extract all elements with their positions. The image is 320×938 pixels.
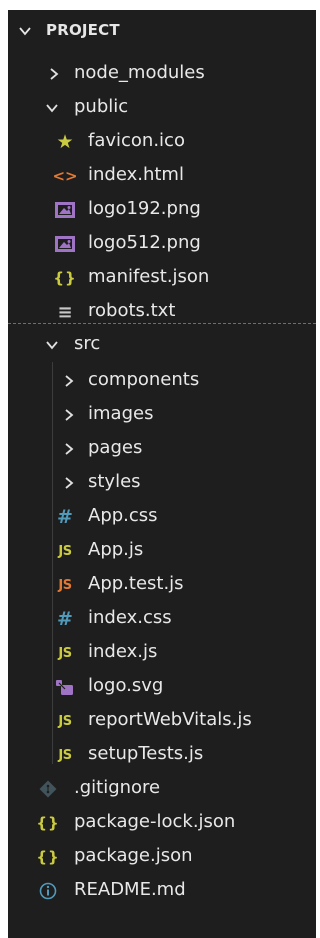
tree-item-label: components xyxy=(88,369,200,390)
tree-item-label: App.js xyxy=(88,539,144,560)
tree-item-node-modules[interactable]: node_modules xyxy=(8,57,316,91)
tree-item-src[interactable]: src xyxy=(8,328,316,362)
json-icon: {} xyxy=(36,848,60,866)
css-icon: # xyxy=(57,608,73,630)
tree-item-index-js[interactable]: JS index.js xyxy=(8,636,316,670)
text-file-icon: ≡ xyxy=(57,301,73,323)
tree-item-index-css[interactable]: # index.css xyxy=(8,602,316,636)
js-icon: JS xyxy=(58,543,72,559)
tree-item-app-js[interactable]: JS App.js xyxy=(8,534,316,568)
tree-item-label: .gitignore xyxy=(74,777,161,798)
tree-item-app-css[interactable]: # App.css xyxy=(8,500,316,534)
tree-item-label: App.css xyxy=(88,505,158,526)
tree-item-components[interactable]: components xyxy=(8,364,316,398)
chevron-down-icon[interactable] xyxy=(18,24,32,38)
tree-item-report-web-vitals[interactable]: JS reportWebVitals.js xyxy=(8,704,316,738)
git-icon xyxy=(37,778,59,800)
js-icon: JS xyxy=(58,645,72,661)
explorer-panel: PROJECT node_modules public ★ favicon.ic… xyxy=(8,10,316,938)
tree-item-label: README.md xyxy=(74,879,186,900)
tree-item-label: package-lock.json xyxy=(74,811,236,832)
image-icon xyxy=(54,233,76,255)
tree-item-logo192[interactable]: logo192.png xyxy=(8,193,316,227)
tree-item-label: manifest.json xyxy=(88,266,210,287)
chevron-right-icon[interactable] xyxy=(62,442,76,456)
tree-item-styles[interactable]: styles xyxy=(8,466,316,500)
tree-item-label: robots.txt xyxy=(88,300,176,321)
tree-item-logo-svg[interactable]: logo.svg xyxy=(8,670,316,704)
html-icon: <> xyxy=(52,167,78,185)
tree-item-package-json[interactable]: {} package.json xyxy=(8,840,316,874)
tree-item-label: logo512.png xyxy=(88,232,201,253)
chevron-down-icon[interactable] xyxy=(45,101,59,115)
explorer-header[interactable]: PROJECT xyxy=(8,10,316,52)
folder-separator xyxy=(8,323,316,324)
tree-item-label: pages xyxy=(88,437,143,458)
tree-item-label: setupTests.js xyxy=(88,743,204,764)
tree-item-app-test-js[interactable]: JS App.test.js xyxy=(8,568,316,602)
tree-item-label: logo.svg xyxy=(88,675,164,696)
tree-item-setup-tests[interactable]: JS setupTests.js xyxy=(8,738,316,772)
tree-item-label: reportWebVitals.js xyxy=(88,709,252,730)
tree-item-label: node_modules xyxy=(74,62,205,83)
tree-item-label: public xyxy=(74,96,129,117)
tree-item-label: App.test.js xyxy=(88,573,184,594)
explorer-title: PROJECT xyxy=(46,21,120,39)
json-icon: {} xyxy=(53,269,77,287)
tree-item-pages[interactable]: pages xyxy=(8,432,316,466)
tree-item-logo512[interactable]: logo512.png xyxy=(8,227,316,261)
js-test-icon: JS xyxy=(58,577,72,593)
tree-item-gitignore[interactable]: .gitignore xyxy=(8,772,316,806)
chevron-down-icon[interactable] xyxy=(45,338,59,352)
tree-item-readme[interactable]: README.md xyxy=(8,874,316,908)
tree-item-index-html[interactable]: <> index.html xyxy=(8,159,316,193)
svg-icon xyxy=(54,676,76,698)
js-icon: JS xyxy=(58,713,72,729)
css-icon: # xyxy=(57,506,73,528)
js-icon: JS xyxy=(58,747,72,763)
tree-item-public[interactable]: public xyxy=(8,91,316,125)
tree-item-label: index.css xyxy=(88,607,172,628)
tree-item-label: logo192.png xyxy=(88,198,201,219)
tree-item-label: package.json xyxy=(74,845,193,866)
chevron-right-icon[interactable] xyxy=(62,408,76,422)
tree-item-favicon[interactable]: ★ favicon.ico xyxy=(8,125,316,159)
tree-item-manifest[interactable]: {} manifest.json xyxy=(8,261,316,295)
tree-item-label: images xyxy=(88,403,154,424)
chevron-right-icon[interactable] xyxy=(62,374,76,388)
tree-item-label: favicon.ico xyxy=(88,130,185,151)
tree-item-label: styles xyxy=(88,471,141,492)
star-icon: ★ xyxy=(56,131,74,153)
json-icon: {} xyxy=(36,814,60,832)
chevron-right-icon[interactable] xyxy=(47,67,61,81)
tree-item-label: src xyxy=(74,333,101,354)
chevron-right-icon[interactable] xyxy=(62,476,76,490)
info-icon xyxy=(37,880,59,902)
tree-item-package-lock[interactable]: {} package-lock.json xyxy=(8,806,316,840)
tree-item-label: index.js xyxy=(88,641,158,662)
tree-item-label: index.html xyxy=(88,164,184,185)
image-icon xyxy=(54,199,76,221)
tree-item-images[interactable]: images xyxy=(8,398,316,432)
